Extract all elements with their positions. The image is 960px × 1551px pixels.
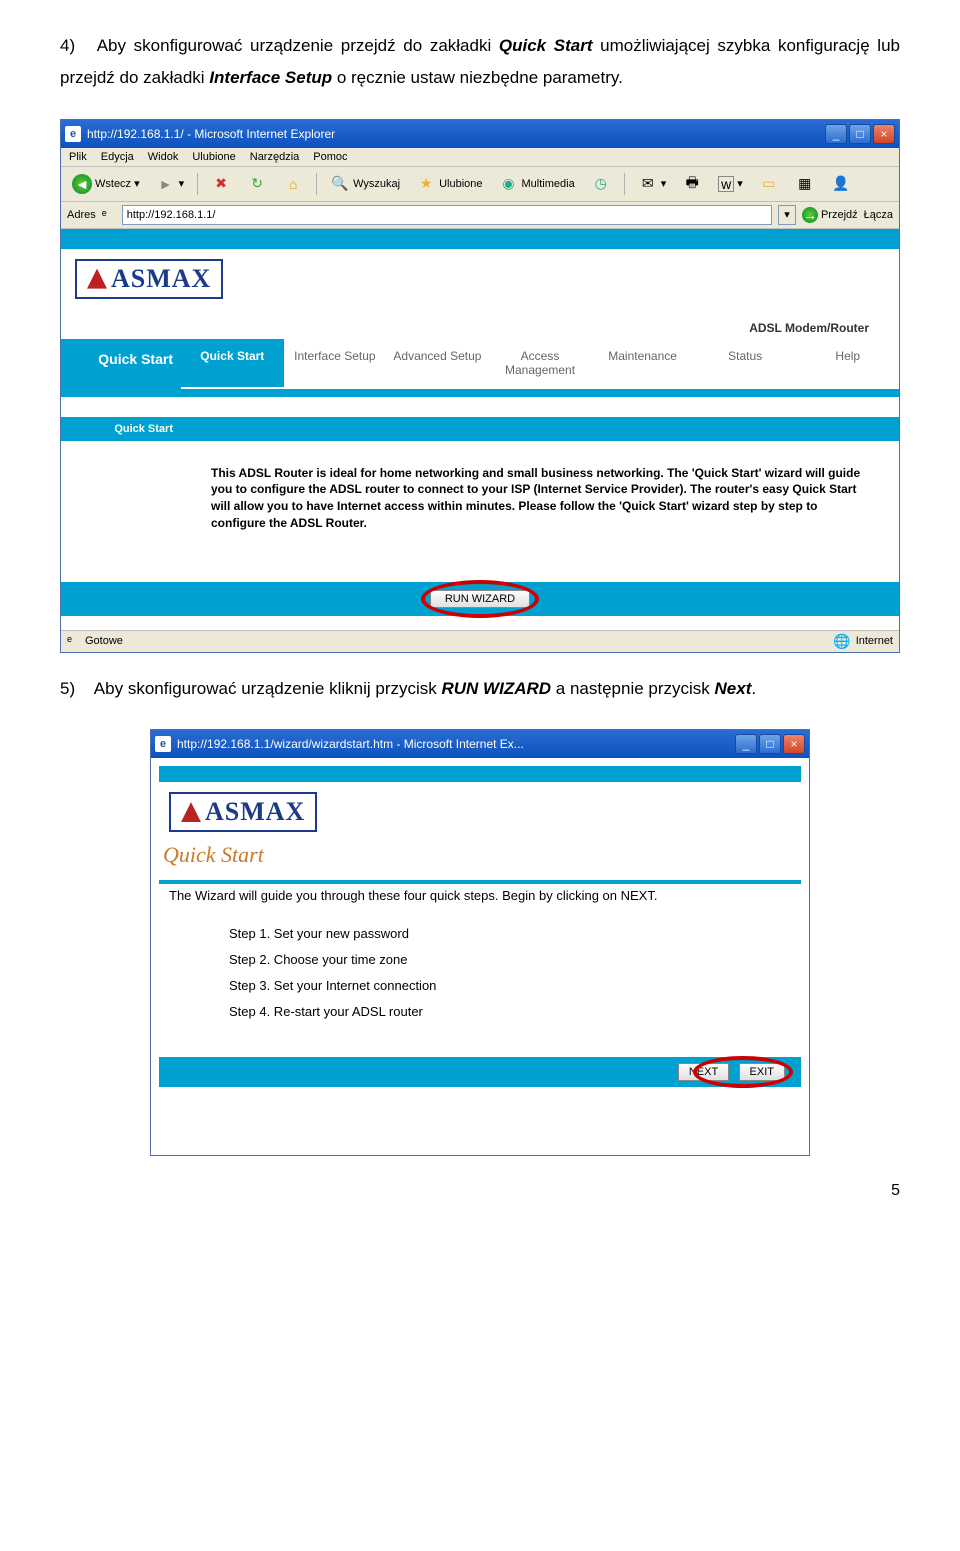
back-button[interactable]: ◄Wstecz▾ <box>67 171 145 197</box>
asmax-logo: ASMAX <box>75 259 223 299</box>
address-dropdown[interactable]: ▾ <box>778 205 796 225</box>
mail-button[interactable]: ✉▾ <box>633 171 672 197</box>
wizard-title: http://192.168.1.1/wizard/wizardstart.ht… <box>177 737 735 751</box>
close-button[interactable]: × <box>873 124 895 144</box>
wizard-bar: RUN WIZARD <box>61 582 899 616</box>
menu-tools[interactable]: Narzędzia <box>250 151 300 163</box>
minimize-button[interactable]: _ <box>735 734 757 754</box>
asmax-logo: ASMAX <box>169 792 317 832</box>
forward-button[interactable]: ►▾ <box>151 171 190 197</box>
address-label: Adres <box>67 209 96 221</box>
maximize-button[interactable]: □ <box>759 734 781 754</box>
wizard-heading: Quick Start <box>163 842 801 868</box>
instruction-5: 5) Aby skonfigurować urządzenie kliknij … <box>60 673 900 705</box>
page-content: ASMAX ADSL Modem/Router Quick Start Quic… <box>61 229 899 630</box>
go-button[interactable]: →Przejdź <box>802 207 858 223</box>
highlight-circle <box>421 580 539 618</box>
menu-favorites[interactable]: Ulubione <box>192 151 235 163</box>
notes-icon[interactable]: ▭ <box>754 171 784 197</box>
status-text: Gotowe <box>85 635 123 647</box>
search-button[interactable]: 🔍Wyszukaj <box>325 171 405 197</box>
home-button[interactable]: ⌂ <box>278 171 308 197</box>
menu-help[interactable]: Pomoc <box>313 151 347 163</box>
step-4: Step 4. Re-start your ADSL router <box>229 999 801 1025</box>
wizard-titlebar: e http://192.168.1.1/wizard/wizardstart.… <box>151 730 809 758</box>
menubar: Plik Edycja Widok Ulubione Narzędzia Pom… <box>61 148 899 167</box>
ie-icon: e <box>65 126 81 142</box>
router-description: This ADSL Router is ideal for home netwo… <box>61 441 899 582</box>
history-button[interactable]: ◷ <box>586 171 616 197</box>
stop-button[interactable]: ✖ <box>206 171 236 197</box>
address-bar: Adres e ▾ →Przejdź Łącza <box>61 202 899 229</box>
edit-button[interactable]: w▾ <box>713 173 748 195</box>
menu-edit[interactable]: Edycja <box>101 151 134 163</box>
page-icon: e <box>67 634 81 648</box>
wizard-lead: The Wizard will guide you through these … <box>159 884 801 917</box>
print-button[interactable]: 🖶 <box>677 171 707 197</box>
media-button[interactable]: ◉Multimedia <box>494 171 580 197</box>
close-button[interactable]: × <box>783 734 805 754</box>
ie-icon: e <box>155 736 171 752</box>
window-title: http://192.168.1.1/ - Microsoft Internet… <box>87 127 825 141</box>
tab-status[interactable]: Status <box>694 339 797 389</box>
globe-icon: 🌐 <box>832 631 852 651</box>
wizard-window: e http://192.168.1.1/wizard/wizardstart.… <box>150 729 810 1156</box>
tab-interface-setup[interactable]: Interface Setup <box>284 339 387 389</box>
tab-maintenance[interactable]: Maintenance <box>591 339 694 389</box>
maximize-button[interactable]: □ <box>849 124 871 144</box>
tab-quick-start[interactable]: Quick Start <box>181 339 284 389</box>
tab-advanced-setup[interactable]: Advanced Setup <box>386 339 489 389</box>
favorites-button[interactable]: ★Ulubione <box>411 171 487 197</box>
address-input[interactable] <box>122 205 772 225</box>
menu-view[interactable]: Widok <box>148 151 179 163</box>
toolbar: ◄Wstecz▾ ►▾ ✖ ↻ ⌂ 🔍Wyszukaj ★Ulubione ◉M… <box>61 167 899 202</box>
wizard-steps: Step 1. Set your new password Step 2. Ch… <box>159 917 801 1029</box>
messenger-icon[interactable]: 👤 <box>826 171 856 197</box>
minimize-button[interactable]: _ <box>825 124 847 144</box>
wizard-button-row: NEXT EXIT <box>159 1057 801 1087</box>
links-label[interactable]: Łącza <box>864 209 893 221</box>
step-1: Step 1. Set your new password <box>229 921 801 947</box>
ie-window: e http://192.168.1.1/ - Microsoft Intern… <box>60 119 900 653</box>
discuss-icon[interactable]: ▦ <box>790 171 820 197</box>
titlebar: e http://192.168.1.1/ - Microsoft Intern… <box>61 120 899 148</box>
step-3: Step 3. Set your Internet connection <box>229 973 801 999</box>
sub-header: Quick Start <box>61 417 181 441</box>
tab-access-mgmt[interactable]: Access Management <box>489 339 592 389</box>
menu-file[interactable]: Plik <box>69 151 87 163</box>
step-2: Step 2. Choose your time zone <box>229 947 801 973</box>
page-icon: e <box>102 208 116 222</box>
instruction-4: 4) Aby skonfigurować urządzenie przejdź … <box>60 30 900 95</box>
page-number: 5 <box>0 1156 960 1220</box>
zone-text: Internet <box>856 635 893 647</box>
tab-help[interactable]: Help <box>796 339 899 389</box>
statusbar: e Gotowe 🌐 Internet <box>61 630 899 652</box>
side-title: Quick Start <box>61 339 181 389</box>
modem-label: ADSL Modem/Router <box>75 299 885 339</box>
refresh-button[interactable]: ↻ <box>242 171 272 197</box>
highlight-circle <box>693 1056 793 1088</box>
